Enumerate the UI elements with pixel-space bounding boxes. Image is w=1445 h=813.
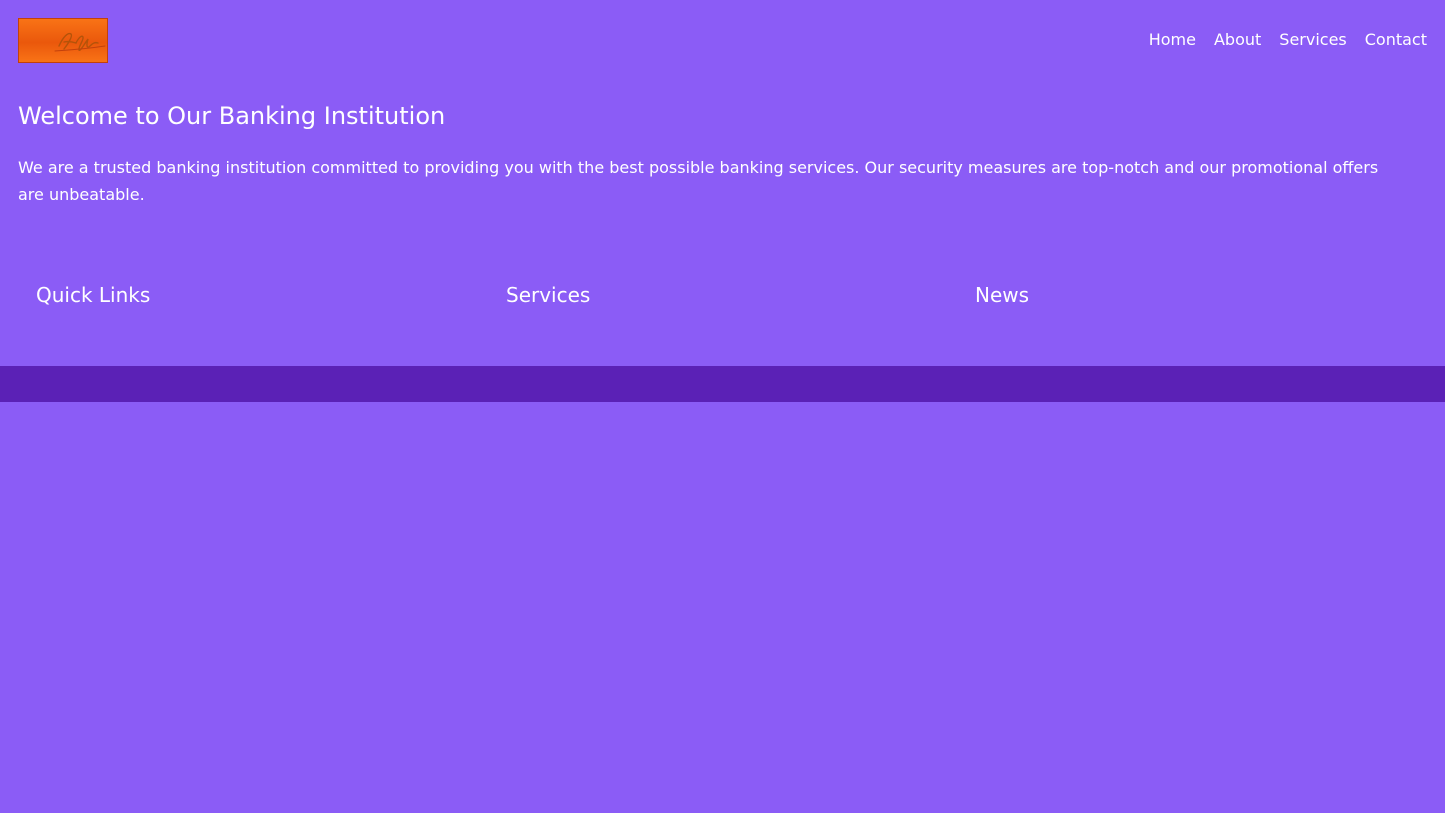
site-header: Home About Services Contact <box>0 0 1445 80</box>
page-title: Welcome to Our Banking Institution <box>18 102 446 130</box>
nav-contact-link[interactable]: Contact <box>1365 29 1427 51</box>
main-nav: Home About Services Contact <box>1149 29 1427 51</box>
nav-home-link[interactable]: Home <box>1149 29 1196 51</box>
intro-paragraph: We are a trusted banking institution com… <box>18 158 1379 204</box>
site-footer <box>0 366 1445 402</box>
nav-about-link[interactable]: About <box>1214 29 1261 51</box>
services-heading: Services <box>506 283 591 307</box>
logo-image[interactable] <box>18 18 108 63</box>
signature-logo-icon <box>54 32 106 52</box>
quick-links-heading: Quick Links <box>36 283 151 307</box>
nav-services-link[interactable]: Services <box>1279 29 1346 51</box>
news-heading: News <box>975 283 1030 307</box>
